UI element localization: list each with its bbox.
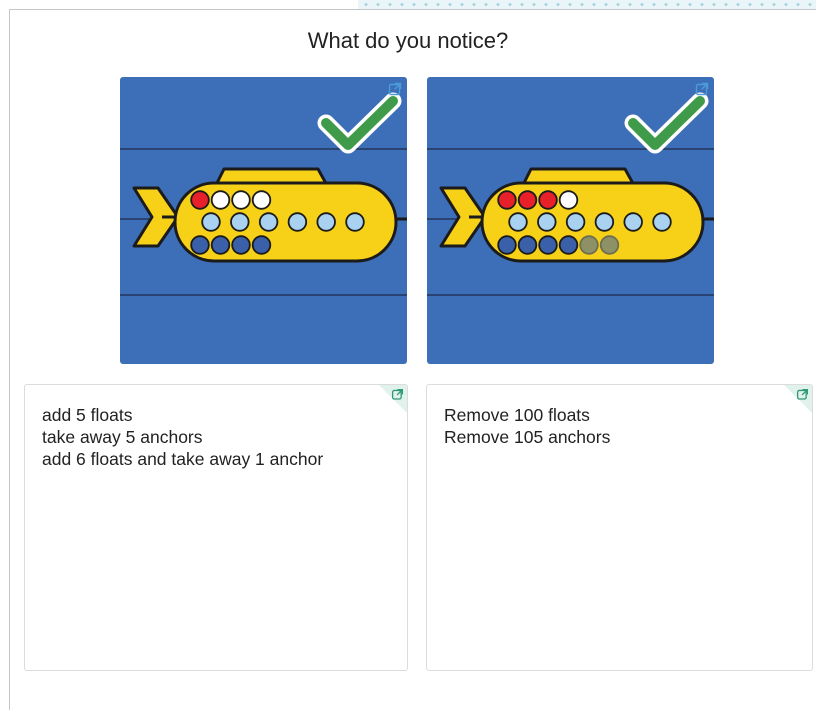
float-white	[558, 190, 579, 210]
porthole	[537, 212, 557, 232]
response-line: Remove 100 floats	[444, 405, 590, 425]
porthole	[652, 212, 672, 232]
anchor-blue	[251, 235, 272, 255]
anchor-blue	[497, 235, 517, 255]
float-red	[517, 190, 538, 210]
porthole	[508, 212, 528, 232]
response-line: add 6 floats and take away 1 anchor	[42, 449, 324, 469]
submarine-card-1	[120, 77, 407, 364]
porthole	[230, 212, 250, 232]
float-red	[538, 190, 558, 210]
page-title: What do you notice?	[307, 28, 509, 53]
float-white	[251, 190, 272, 210]
open-link-icon[interactable]	[694, 81, 710, 97]
float-red	[497, 190, 517, 210]
porthole	[623, 212, 643, 232]
float-red	[190, 190, 210, 210]
response-text: add 5 floats take away 5 anchors add 6 f…	[42, 404, 367, 470]
float-white	[231, 190, 251, 210]
porthole	[258, 212, 279, 232]
porthole	[316, 212, 336, 232]
porthole	[345, 212, 365, 232]
anchor-blue	[517, 235, 538, 255]
porthole	[287, 212, 308, 232]
response-line: take away 5 anchors	[42, 427, 203, 447]
checkmark-icon	[624, 92, 709, 154]
porthole	[565, 212, 586, 232]
open-link-icon[interactable]	[387, 81, 403, 97]
submarine-illustration-2	[427, 92, 714, 296]
response-line: Remove 105 anchors	[444, 427, 611, 447]
anchor-blue	[210, 235, 231, 255]
anchor-blue	[558, 235, 579, 255]
open-link-icon[interactable]	[796, 388, 809, 401]
response-text: Remove 100 floats Remove 105 anchors	[444, 404, 772, 448]
anchor-blue	[538, 235, 558, 255]
response-line: add 5 floats	[42, 405, 133, 425]
anchor-faded	[599, 235, 620, 255]
open-link-icon[interactable]	[391, 388, 404, 401]
porthole	[201, 212, 221, 232]
anchor-faded	[579, 235, 599, 255]
response-card-2: Remove 100 floats Remove 105 anchors	[426, 384, 813, 671]
porthole	[594, 212, 615, 232]
anchor-blue	[190, 235, 210, 255]
response-card-1: add 5 floats take away 5 anchors add 6 f…	[24, 384, 408, 671]
submarine-illustration-1	[120, 92, 407, 296]
submarine-card-2	[427, 77, 714, 364]
float-white	[210, 190, 231, 210]
checkmark-icon	[317, 92, 402, 154]
anchor-blue	[231, 235, 251, 255]
